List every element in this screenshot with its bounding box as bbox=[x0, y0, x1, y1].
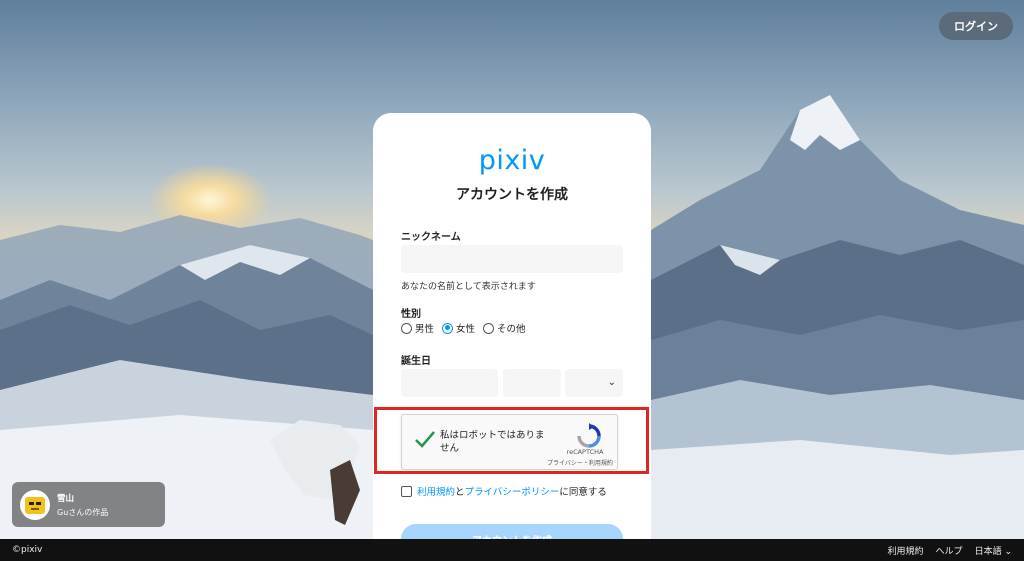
birthday-year-select[interactable] bbox=[401, 369, 498, 397]
birthday-month-select[interactable] bbox=[503, 369, 561, 397]
nickname-input[interactable] bbox=[401, 245, 623, 273]
radio-circle-selected bbox=[442, 322, 454, 334]
nickname-hint: あなたの名前として表示されます bbox=[401, 282, 536, 292]
signup-card: pixiv アカウントを作成 ニックネーム あなたの名前として表示されます 性別… bbox=[373, 113, 651, 561]
pixiv-logo: pixiv bbox=[478, 145, 546, 176]
recaptcha-highlight-box bbox=[374, 407, 649, 474]
gender-option-female[interactable]: 女性 bbox=[442, 321, 475, 335]
agree-and-text: と bbox=[455, 487, 465, 498]
privacy-policy-link[interactable]: プライバシーポリシー bbox=[465, 487, 560, 498]
footer-links: 利用規約 ヘルプ 日本語 ⌄ bbox=[888, 544, 1012, 557]
footer: ©pixiv 利用規約 ヘルプ 日本語 ⌄ bbox=[0, 539, 1024, 561]
gender-radio-group: 男性 女性 その他 bbox=[401, 321, 526, 335]
gender-option-label: 男性 bbox=[415, 324, 435, 335]
gender-option-other[interactable]: その他 bbox=[483, 321, 526, 335]
artwork-author: Guさんの作品 bbox=[57, 508, 109, 517]
agree-suffix-text: に同意する bbox=[559, 487, 607, 498]
gender-option-male[interactable]: 男性 bbox=[401, 321, 434, 335]
terms-link[interactable]: 利用規約 bbox=[417, 487, 455, 498]
gender-option-label: 女性 bbox=[456, 324, 476, 335]
artwork-title: 雪山 bbox=[57, 494, 75, 504]
chevron-down-icon: ⌄ bbox=[1004, 547, 1012, 557]
radio-circle bbox=[401, 322, 412, 334]
page-title: アカウントを作成 bbox=[456, 187, 568, 203]
nickname-label: ニックネーム bbox=[401, 232, 461, 243]
radio-circle bbox=[483, 322, 495, 334]
footer-help-link[interactable]: ヘルプ bbox=[936, 544, 963, 557]
artwork-credit[interactable]: 雪山 Guさんの作品 bbox=[12, 482, 165, 527]
chevron-down-icon: ⌄ bbox=[607, 377, 616, 388]
gender-label: 性別 bbox=[401, 309, 421, 320]
terms-agreement: 利用規約とプライバシーポリシーに同意する bbox=[401, 484, 607, 498]
footer-terms-link[interactable]: 利用規約 bbox=[888, 544, 924, 557]
language-selector[interactable]: 日本語 ⌄ bbox=[975, 544, 1012, 557]
login-button[interactable]: ログイン bbox=[939, 12, 1013, 40]
agree-checkbox[interactable] bbox=[401, 485, 412, 497]
gender-option-label: その他 bbox=[497, 324, 526, 335]
birthday-day-select[interactable]: ⌄ bbox=[565, 369, 623, 397]
avatar-face-icon bbox=[25, 497, 45, 514]
copyright-text: ©pixiv bbox=[12, 545, 43, 555]
avatar bbox=[20, 490, 50, 520]
language-label: 日本語 bbox=[974, 547, 1002, 557]
birthday-label: 誕生日 bbox=[401, 356, 431, 367]
